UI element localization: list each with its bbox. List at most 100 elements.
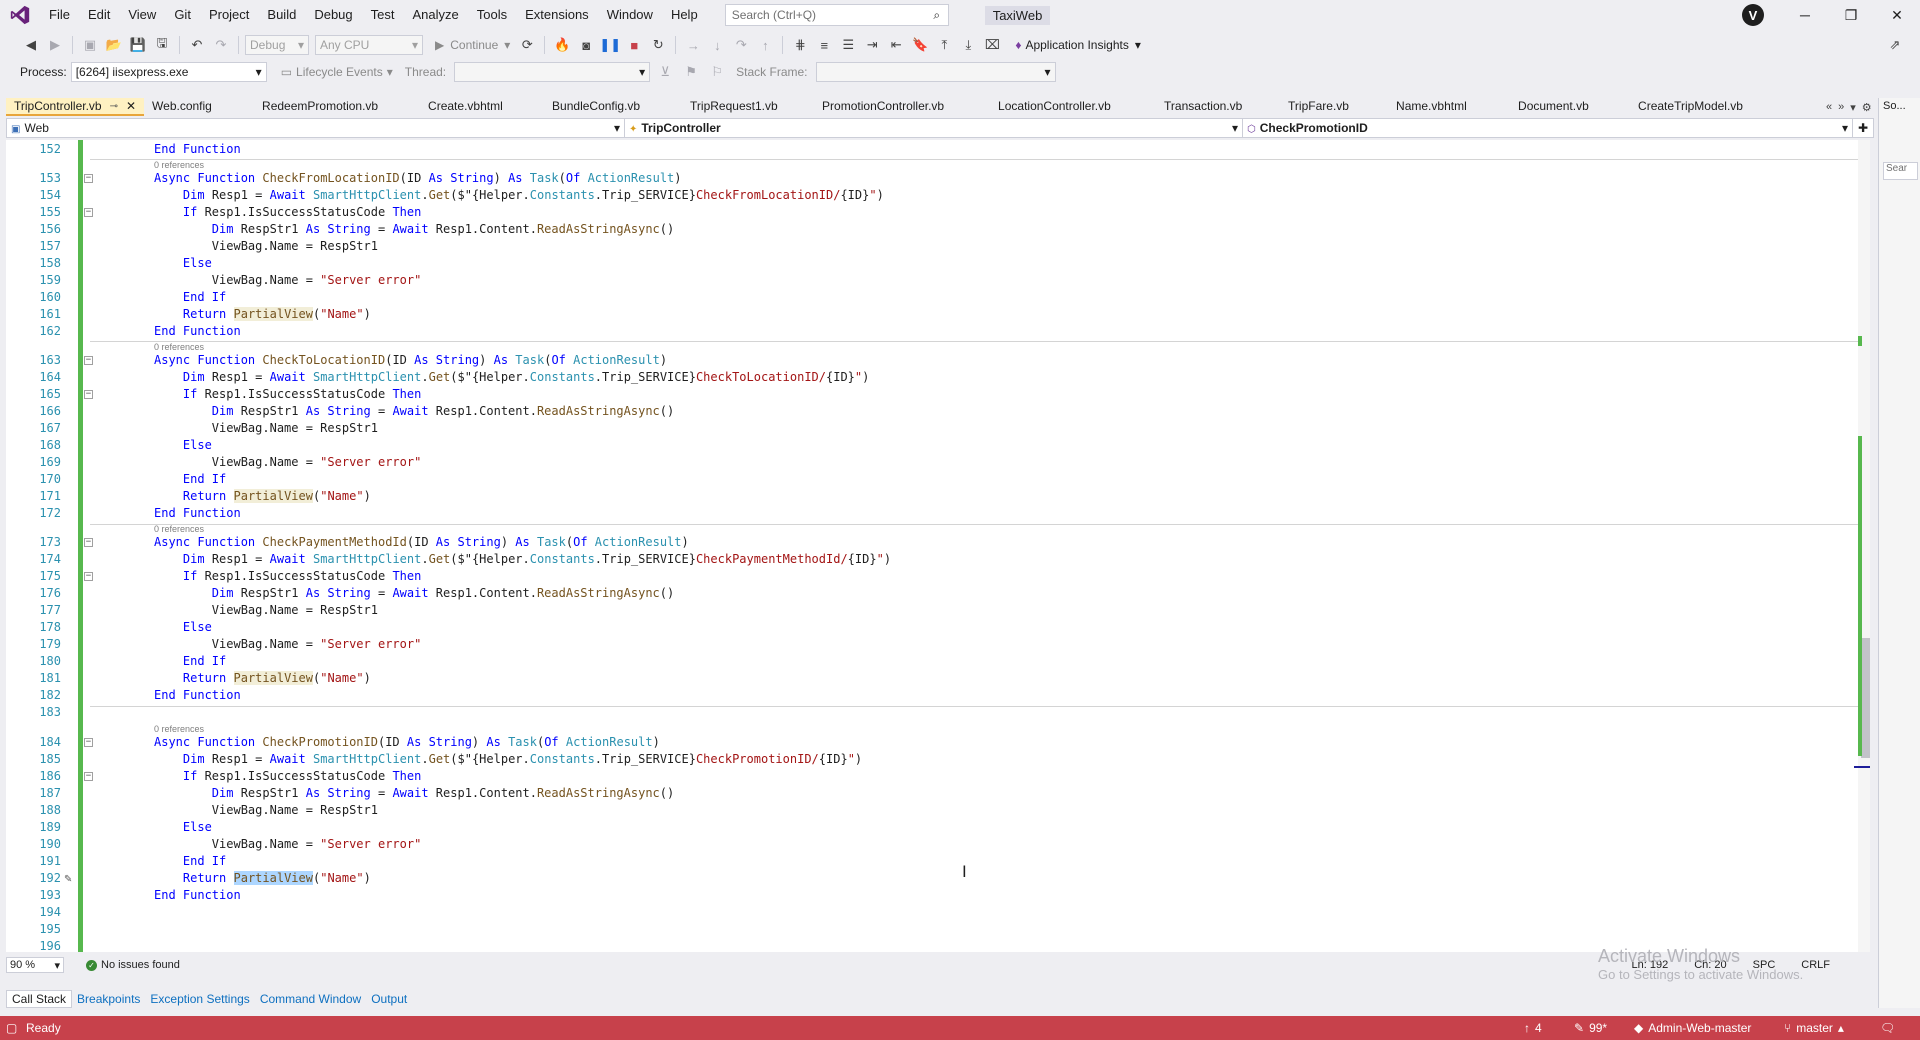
menu-project[interactable]: Project: [200, 0, 258, 30]
tab-document[interactable]: Document.vb: [1510, 98, 1630, 116]
menu-window[interactable]: Window: [598, 0, 662, 30]
step-over-icon[interactable]: ↷: [730, 34, 752, 56]
undo-icon[interactable]: ↶: [186, 34, 208, 56]
back-icon[interactable]: ◀: [20, 34, 42, 56]
clear-bookmarks-icon[interactable]: ⌧: [981, 34, 1003, 56]
next-bookmark-icon[interactable]: ⤓: [957, 34, 979, 56]
zoom-dropdown[interactable]: 90 % ▾: [6, 957, 64, 973]
branch-indicator[interactable]: ⑂ master ▴: [1784, 1016, 1844, 1040]
line-ending-indicator[interactable]: CRLF: [1801, 959, 1830, 971]
thread-dropdown[interactable]: ▾: [454, 62, 651, 82]
notifications-icon[interactable]: 🗨: [1880, 1016, 1895, 1040]
step-into-icon[interactable]: ↓: [706, 34, 728, 56]
issues-indicator[interactable]: ✓ No issues found: [86, 959, 180, 971]
close-icon[interactable]: ✕: [1874, 0, 1920, 30]
panel-title[interactable]: So...: [1879, 98, 1920, 114]
tab-list-icon[interactable]: ▾: [1850, 101, 1856, 114]
collapse-icon[interactable]: −: [84, 174, 93, 183]
split-window-icon[interactable]: ✚: [1853, 119, 1873, 137]
collapse-icon[interactable]: −: [84, 356, 93, 365]
tab-create-vbhtml[interactable]: Create.vbhtml: [420, 98, 544, 116]
scrollbar-thumb[interactable]: [1861, 638, 1870, 758]
stop-icon[interactable]: ■: [623, 34, 645, 56]
menu-extensions[interactable]: Extensions: [516, 0, 598, 30]
tab-web-config[interactable]: Web.config: [144, 98, 254, 116]
open-folder-icon[interactable]: 📂: [103, 34, 125, 56]
repository-indicator[interactable]: ◆ Admin-Web-master: [1634, 1016, 1751, 1040]
filter-icon[interactable]: ⊻: [654, 61, 676, 83]
configuration-dropdown[interactable]: Debug ▾: [245, 35, 309, 55]
stack-frame-dropdown[interactable]: ▾: [815, 62, 1056, 82]
tab-promotioncontroller[interactable]: PromotionController.vb: [814, 98, 990, 116]
collapse-icon[interactable]: −: [84, 738, 93, 747]
collapse-icon[interactable]: −: [84, 208, 93, 217]
menu-build[interactable]: Build: [258, 0, 305, 30]
collapse-icon[interactable]: −: [84, 772, 93, 781]
tab-triprequest1[interactable]: TripRequest1.vb: [682, 98, 814, 116]
tab-exception-settings[interactable]: Exception Settings: [145, 990, 254, 1008]
menu-view[interactable]: View: [119, 0, 165, 30]
breakpoints-icon[interactable]: ⋕: [789, 34, 811, 56]
collapse-icon[interactable]: −: [84, 390, 93, 399]
collapse-icon[interactable]: −: [84, 538, 93, 547]
gear-icon[interactable]: ⚙: [1862, 101, 1872, 114]
menu-edit[interactable]: Edit: [79, 0, 119, 30]
code-lens-references[interactable]: 0 references: [154, 524, 204, 534]
application-insights-button[interactable]: ♦ Application Insights ▾: [1011, 38, 1145, 52]
menu-git[interactable]: Git: [165, 0, 200, 30]
screenshot-icon[interactable]: ◙: [575, 34, 597, 56]
tab-call-stack[interactable]: Call Stack: [6, 990, 73, 1008]
restart-debug-icon[interactable]: ↻: [647, 34, 669, 56]
menu-help[interactable]: Help: [662, 0, 707, 30]
pin-icon[interactable]: ⊸: [110, 101, 118, 112]
continue-button[interactable]: ▶ Continue ▾: [431, 38, 514, 52]
tab-locationcontroller[interactable]: LocationController.vb: [990, 98, 1156, 116]
member-dropdown[interactable]: ⬡ CheckPromotionID ▾: [1243, 119, 1853, 137]
platform-dropdown[interactable]: Any CPU ▾: [315, 35, 423, 55]
scroll-tabs-icon[interactable]: «: [1826, 101, 1832, 113]
tab-tripcontroller[interactable]: TripController.vb ⊸ ✕: [6, 98, 145, 116]
live-share-icon[interactable]: ⇗: [1884, 34, 1906, 56]
forward-icon[interactable]: ▶: [44, 34, 66, 56]
tab-tripfare[interactable]: TripFare.vb: [1280, 98, 1388, 116]
type-dropdown[interactable]: ✦ TripController ▾: [625, 119, 1243, 137]
flag-icon[interactable]: ⚑: [680, 61, 702, 83]
process-dropdown[interactable]: [6264] iisexpress.exe ▾: [70, 62, 267, 82]
menu-file[interactable]: File: [40, 0, 79, 30]
tab-createtripmodel[interactable]: CreateTripModel.vb: [1630, 98, 1770, 116]
code-lens-references[interactable]: 0 references: [154, 724, 204, 734]
solution-search-input[interactable]: Sear: [1883, 162, 1918, 180]
tab-redeempromotion[interactable]: RedeemPromotion.vb: [254, 98, 420, 116]
restart-icon[interactable]: ⟳: [516, 34, 538, 56]
restore-icon[interactable]: ❐: [1828, 0, 1874, 30]
comment-icon[interactable]: ≡: [813, 34, 835, 56]
tab-command-window[interactable]: Command Window: [255, 990, 366, 1008]
publish-indicator[interactable]: ↑ 4: [1524, 1016, 1542, 1040]
prev-bookmark-icon[interactable]: ⤒: [933, 34, 955, 56]
indent-icon[interactable]: ⇥: [861, 34, 883, 56]
menu-tools[interactable]: Tools: [468, 0, 516, 30]
lifecycle-events-button[interactable]: ▭ Lifecycle Events ▾: [277, 65, 397, 79]
redo-icon[interactable]: ↷: [210, 34, 232, 56]
collapse-icon[interactable]: −: [84, 572, 93, 581]
flag-threads-icon[interactable]: ⚐: [706, 61, 728, 83]
save-icon[interactable]: 💾: [127, 34, 149, 56]
pause-icon[interactable]: ❚❚: [599, 34, 621, 56]
tab-output[interactable]: Output: [366, 990, 412, 1008]
avatar[interactable]: V: [1742, 4, 1764, 26]
project-dropdown[interactable]: ▣ Web ▾: [7, 119, 625, 137]
tab-breakpoints[interactable]: Breakpoints: [72, 990, 145, 1008]
search-input[interactable]: Search (Ctrl+Q) ⌕: [724, 4, 949, 26]
menu-debug[interactable]: Debug: [305, 0, 361, 30]
step-out-icon[interactable]: ↑: [754, 34, 776, 56]
menu-analyze[interactable]: Analyze: [403, 0, 467, 30]
changes-indicator[interactable]: ✎ 99*: [1574, 1016, 1607, 1040]
minimize-icon[interactable]: ─: [1782, 0, 1828, 30]
code-lens-references[interactable]: 0 references: [154, 342, 204, 352]
uncomment-icon[interactable]: ☰: [837, 34, 859, 56]
tab-bundleconfig[interactable]: BundleConfig.vb: [544, 98, 682, 116]
close-tab-icon[interactable]: ✕: [126, 99, 136, 113]
code-editor[interactable]: 152 153 154 155 156 157 158 159 160 161 162 163 164 1…: [6, 140, 1870, 952]
menu-test[interactable]: Test: [362, 0, 404, 30]
outdent-icon[interactable]: ⇤: [885, 34, 907, 56]
